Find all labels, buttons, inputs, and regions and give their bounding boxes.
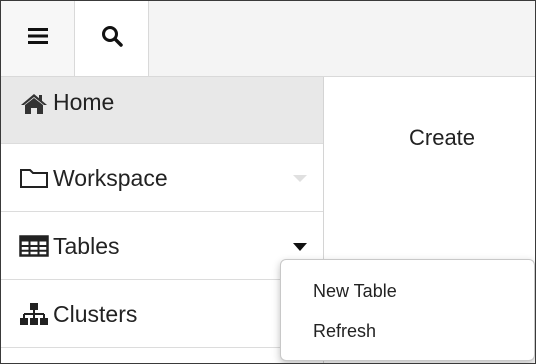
- sidebar-item-clusters[interactable]: Clusters: [1, 281, 323, 348]
- menu-item-refresh[interactable]: Refresh: [313, 321, 376, 342]
- search-button[interactable]: [75, 1, 149, 76]
- app-window: Home Workspace Tables Clusters Create Ne…: [0, 0, 536, 364]
- search-icon: [101, 25, 123, 52]
- clusters-icon: [17, 301, 51, 327]
- create-link[interactable]: Create: [409, 125, 475, 151]
- sidebar-item-tables[interactable]: Tables: [1, 213, 323, 280]
- sidebar-item-home[interactable]: Home: [1, 77, 323, 144]
- menu-item-new-table[interactable]: New Table: [313, 281, 397, 302]
- chevron-down-icon[interactable]: [293, 243, 307, 251]
- sidebar-item-label: Home: [53, 89, 115, 115]
- menu-button[interactable]: [1, 1, 75, 76]
- home-icon: [17, 91, 51, 117]
- top-toolbar: [1, 1, 535, 77]
- tables-dropdown-menu: New Table Refresh: [280, 259, 535, 361]
- sidebar: Home Workspace Tables Clusters: [1, 77, 324, 363]
- hamburger-icon: [27, 27, 49, 50]
- sidebar-item-label: Clusters: [53, 300, 138, 327]
- chevron-down-icon[interactable]: [293, 175, 307, 182]
- sidebar-item-label: Workspace: [53, 164, 168, 191]
- sidebar-item-label: Tables: [53, 232, 120, 259]
- folder-icon: [17, 165, 51, 191]
- sidebar-item-more[interactable]: [1, 349, 323, 363]
- sidebar-item-workspace[interactable]: Workspace: [1, 145, 323, 212]
- table-icon: [17, 233, 51, 259]
